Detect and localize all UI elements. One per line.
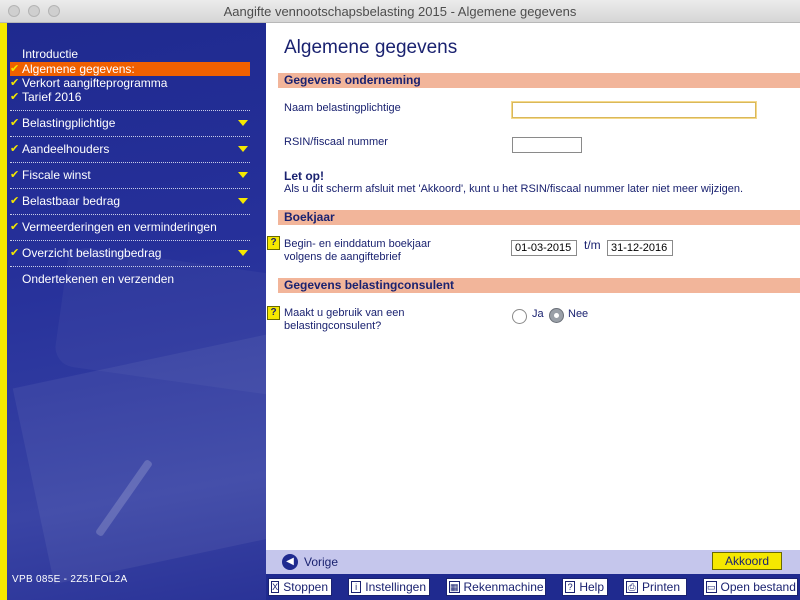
check-icon: ✔ <box>10 247 20 259</box>
sidebar-item-fiscale-winst[interactable]: ✔ Fiscale winst <box>10 168 250 182</box>
naam-belastingplichtige-label: Naam belastingplichtige <box>284 102 401 114</box>
check-icon: ✔ <box>10 117 20 129</box>
stop-button-label: Stoppen <box>283 580 328 594</box>
sidebar-item-tarief-2016[interactable]: ✔ Tarief 2016 <box>10 90 250 104</box>
open-file-button[interactable]: ▭ Open bestand <box>703 578 798 596</box>
sidebar-item-label: Ondertekenen en verzenden <box>22 272 175 286</box>
warning-text: Als u dit scherm afsluit met 'Akkoord', … <box>284 183 744 195</box>
sidebar-divider <box>10 240 250 241</box>
section-header-consulent: Gegevens belastingconsulent <box>278 278 800 293</box>
sidebar-item-verkort-aangifteprogramma[interactable]: ✔ Verkort aangifteprogramma <box>10 76 250 90</box>
settings-button[interactable]: i Instellingen <box>348 578 430 596</box>
boekjaar-label-line2: volgens de aangiftebrief <box>284 251 401 263</box>
sidebar-accent-stripe <box>0 23 7 600</box>
calculator-button-label: Rekenmachine <box>463 580 544 594</box>
accept-button[interactable]: Akkoord <box>712 552 782 570</box>
title-bar: Aangifte vennootschapsbelasting 2015 - A… <box>0 0 800 23</box>
rsin-input[interactable] <box>512 137 582 153</box>
back-arrow-icon: ◀ <box>282 554 298 570</box>
section-header-boekjaar: Boekjaar <box>278 210 800 225</box>
warning-title: Let op! <box>284 169 324 183</box>
navigation-footer: ◀ Vorige Akkoord <box>266 550 800 574</box>
help-button-label: Help <box>579 580 604 594</box>
print-button-label: Printen <box>642 580 681 594</box>
sidebar-background-paper <box>12 321 266 585</box>
date-range-separator: t/m <box>584 238 601 252</box>
close-icon: X <box>271 581 280 593</box>
open-file-button-label: Open bestand <box>720 580 796 594</box>
check-icon: ✔ <box>10 169 20 181</box>
previous-button[interactable]: ◀ Vorige <box>282 553 338 571</box>
naam-belastingplichtige-input[interactable] <box>512 102 756 118</box>
print-button[interactable]: ⎙ Printen <box>623 578 687 596</box>
sidebar-divider <box>10 162 250 163</box>
chevron-down-icon[interactable] <box>238 146 248 152</box>
sidebar-item-label: Aandeelhouders <box>22 142 110 156</box>
radio-nee-label[interactable]: Nee <box>568 308 588 320</box>
sidebar-item-label: Verkort aangifteprogramma <box>22 76 168 90</box>
sidebar-item-belastingplichtige[interactable]: ✔ Belastingplichtige <box>10 116 250 130</box>
check-icon: ✔ <box>10 195 20 207</box>
consulent-label-line2: belastingconsulent? <box>284 320 382 332</box>
sidebar-item-label: Algemene gegevens: <box>22 62 135 76</box>
sidebar-item-ondertekenen[interactable]: Ondertekenen en verzenden <box>10 272 250 286</box>
sidebar-divider <box>10 266 250 267</box>
check-icon: ✔ <box>10 77 20 89</box>
sidebar-item-label: Belastingplichtige <box>22 116 116 130</box>
section-header-onderneming: Gegevens onderneming <box>278 73 800 88</box>
printer-icon: ⎙ <box>626 581 638 593</box>
begin-date-input[interactable] <box>511 240 577 256</box>
sidebar-item-label: Tarief 2016 <box>22 90 82 104</box>
end-date-input[interactable] <box>607 240 673 256</box>
help-button[interactable]: ? Help <box>562 578 608 596</box>
sidebar-item-label: Vermeerderingen en verminderingen <box>22 220 217 234</box>
folder-icon: ▭ <box>706 581 717 593</box>
sidebar-item-belastbaar-bedrag[interactable]: ✔ Belastbaar bedrag <box>10 194 250 208</box>
stop-button[interactable]: X Stoppen <box>268 578 332 596</box>
consulent-label-line1: Maakt u gebruik van een <box>284 307 405 319</box>
radio-ja-label[interactable]: Ja <box>532 308 544 320</box>
sidebar-item-vermeerderingen[interactable]: ✔ Vermeerderingen en verminderingen <box>10 220 250 234</box>
check-icon: ✔ <box>10 221 20 233</box>
sidebar-item-label: Introductie <box>22 47 79 61</box>
radio-ja[interactable] <box>512 309 527 324</box>
sidebar-item-label: Fiscale winst <box>22 168 91 182</box>
check-icon: ✔ <box>10 143 20 155</box>
previous-button-label: Vorige <box>304 555 339 569</box>
calculator-icon: ▦ <box>449 581 460 593</box>
sidebar-item-algemene-gegevens[interactable]: ✔ Algemene gegevens: <box>10 62 250 76</box>
sidebar-divider <box>10 110 250 111</box>
chevron-down-icon[interactable] <box>238 198 248 204</box>
sidebar-item-aandeelhouders[interactable]: ✔ Aandeelhouders <box>10 142 250 156</box>
check-icon: ✔ <box>10 63 20 75</box>
sidebar-divider <box>10 136 250 137</box>
chevron-down-icon[interactable] <box>238 250 248 256</box>
help-button-consulent[interactable]: ? <box>267 306 280 320</box>
main-panel: Algemene gegevens Gegevens onderneming N… <box>266 23 800 550</box>
window-title: Aangifte vennootschapsbelasting 2015 - A… <box>223 4 577 19</box>
boekjaar-label-line1: Begin- en einddatum boekjaar <box>284 238 431 250</box>
calculator-button[interactable]: ▦ Rekenmachine <box>446 578 546 596</box>
sidebar-item-introductie[interactable]: Introductie <box>10 47 250 61</box>
chevron-down-icon[interactable] <box>238 172 248 178</box>
sidebar: Introductie ✔ Algemene gegevens: ✔ Verko… <box>0 23 266 600</box>
chevron-down-icon[interactable] <box>238 120 248 126</box>
help-button-boekjaar[interactable]: ? <box>267 236 280 250</box>
info-icon: i <box>351 581 362 593</box>
help-icon: ? <box>565 581 576 593</box>
settings-button-label: Instellingen <box>365 580 426 594</box>
radio-nee[interactable] <box>549 308 564 323</box>
page-title: Algemene gegevens <box>284 37 458 58</box>
check-icon: ✔ <box>10 91 20 103</box>
sidebar-item-label: Belastbaar bedrag <box>22 194 121 208</box>
sidebar-item-overzicht-belastingbedrag[interactable]: ✔ Overzicht belastingbedrag <box>10 246 250 260</box>
rsin-label: RSIN/fiscaal nummer <box>284 136 388 148</box>
build-label: VPB 085E - 2Z51FOL2A <box>12 574 128 585</box>
toolbar: X Stoppen i Instellingen ▦ Rekenmachine … <box>266 574 800 600</box>
sidebar-divider <box>10 188 250 189</box>
sidebar-divider <box>10 214 250 215</box>
sidebar-item-label: Overzicht belastingbedrag <box>22 246 162 260</box>
